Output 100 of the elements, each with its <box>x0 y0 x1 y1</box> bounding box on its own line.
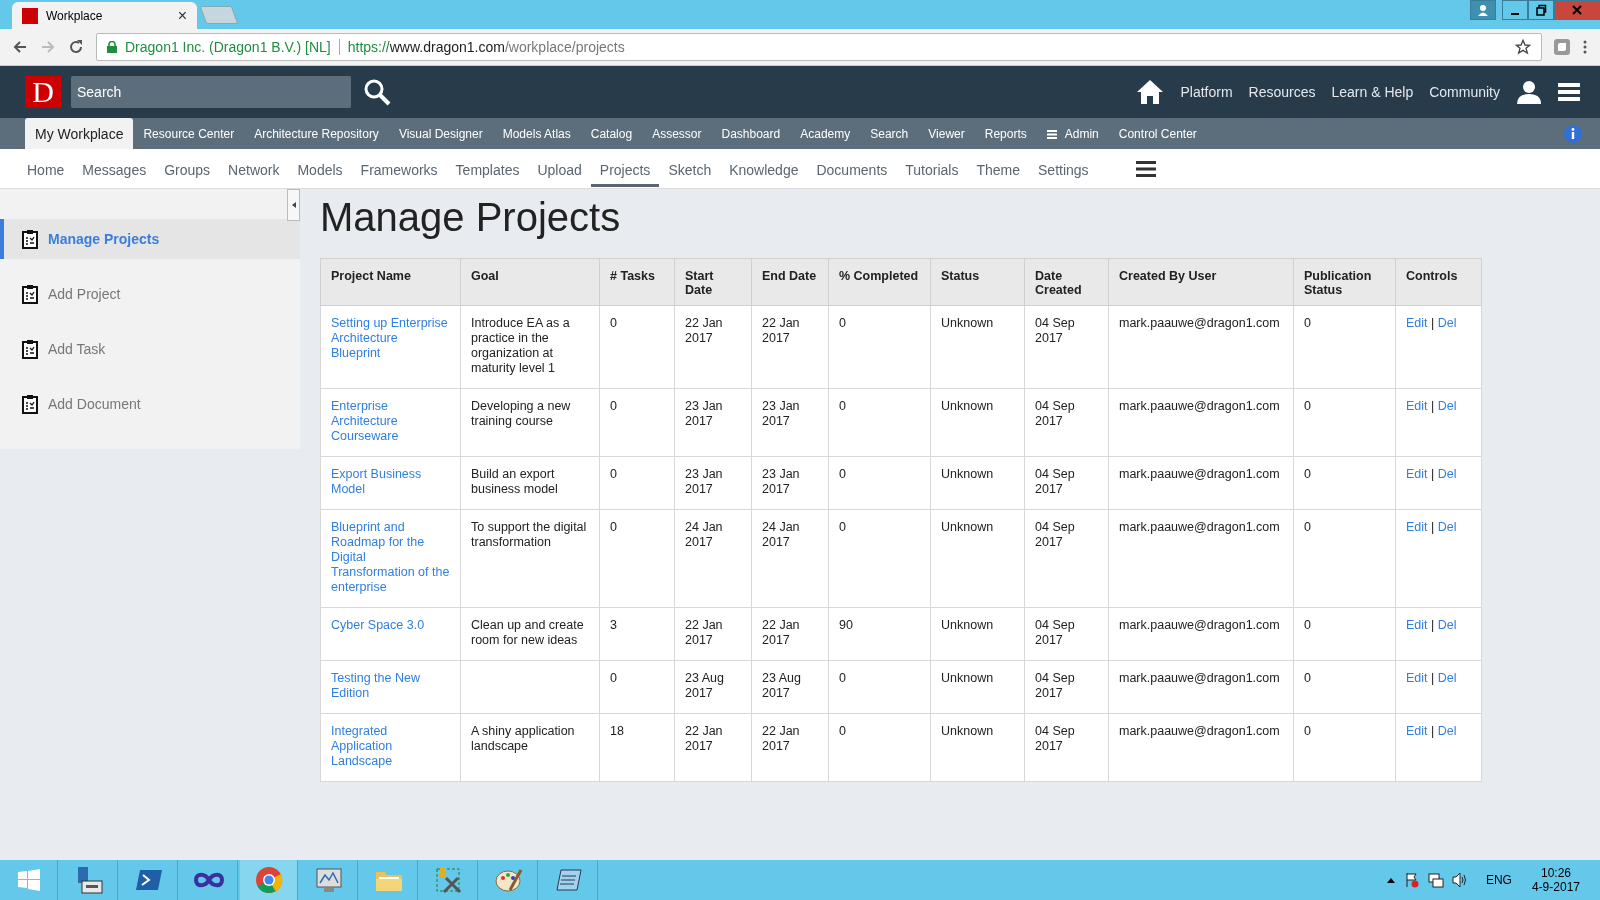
delete-link[interactable]: Del <box>1437 724 1457 738</box>
delete-link[interactable]: Del <box>1437 467 1457 481</box>
separator-text: | <box>1431 724 1435 738</box>
edit-link[interactable]: Edit <box>1406 399 1428 413</box>
table-cell: 0 <box>839 399 846 413</box>
more-menu-icon[interactable] <box>1582 39 1588 55</box>
profile-button[interactable] <box>1470 0 1496 20</box>
back-icon[interactable] <box>12 39 28 55</box>
main-nav-tab[interactable]: Academy <box>790 118 861 149</box>
sub-nav-tab[interactable]: Settings <box>1029 153 1098 187</box>
home-icon[interactable] <box>1136 79 1165 105</box>
sidebar-item[interactable]: Add Task <box>0 329 300 369</box>
logo[interactable]: D <box>25 76 61 108</box>
info-icon[interactable] <box>1564 124 1582 143</box>
sidebar-item[interactable]: Add Document <box>0 384 300 424</box>
sub-nav-tab[interactable]: Frameworks <box>351 153 447 187</box>
edit-link[interactable]: Edit <box>1406 618 1428 632</box>
sub-nav-tab[interactable]: Knowledge <box>720 153 808 187</box>
caret-icon[interactable] <box>1385 876 1396 884</box>
sub-nav-tab[interactable]: Home <box>18 153 74 187</box>
delete-link[interactable]: Del <box>1437 671 1457 685</box>
delete-link[interactable]: Del <box>1437 399 1457 413</box>
sub-nav-tab[interactable]: Network <box>219 153 289 187</box>
close-window-button[interactable] <box>1554 0 1600 20</box>
sub-nav-tab[interactable]: Messages <box>73 153 156 187</box>
sub-nav-tab[interactable]: Upload <box>528 153 591 187</box>
network-icon[interactable] <box>1427 872 1444 888</box>
table-cell: 22 Jan 2017 <box>762 724 800 753</box>
main-nav-tab[interactable]: Visual Designer <box>388 118 493 149</box>
delete-link[interactable]: Del <box>1437 520 1457 534</box>
user-icon[interactable] <box>1516 80 1542 104</box>
clock[interactable]: 10:26 4-9-2017 <box>1531 866 1580 894</box>
main-nav-tab[interactable]: Dashboard <box>711 118 791 149</box>
main-nav-tab[interactable]: Catalog <box>580 118 643 149</box>
table-cell: Unknown <box>941 618 994 632</box>
sub-nav-tab[interactable]: Sketch <box>659 153 721 187</box>
main-nav-tab[interactable]: Search <box>860 118 919 149</box>
menu-icon[interactable] <box>1135 160 1156 177</box>
main-nav-tab[interactable]: Resource Center <box>133 118 245 149</box>
delete-link[interactable]: Del <box>1437 316 1457 330</box>
sub-nav-tab[interactable]: Templates <box>446 153 529 187</box>
edit-link[interactable]: Edit <box>1406 467 1428 481</box>
edit-link[interactable]: Edit <box>1406 316 1428 330</box>
minimize-button[interactable] <box>1502 0 1528 20</box>
star-icon[interactable] <box>1515 39 1531 55</box>
table-cell: 0 <box>1304 316 1311 330</box>
header-link[interactable]: Resources <box>1248 84 1316 100</box>
table-cell: 04 Sep 2017 <box>1035 618 1075 647</box>
main-nav-tab[interactable]: Reports <box>974 118 1037 149</box>
close-tab-button[interactable]: × <box>177 6 187 25</box>
separator-text: | <box>1431 399 1435 413</box>
extension-icon[interactable] <box>1554 39 1570 55</box>
delete-link[interactable]: Del <box>1437 618 1457 632</box>
header-link[interactable]: Community <box>1429 84 1500 100</box>
table-cell: 24 Jan 2017 <box>685 520 723 549</box>
menu-icon[interactable] <box>1558 82 1580 102</box>
sub-nav-tab[interactable]: Documents <box>807 153 897 187</box>
sub-nav-tab[interactable]: Models <box>288 153 352 187</box>
table-cell: mark.paauwe@dragon1.com <box>1119 618 1280 632</box>
table-cell: 04 Sep 2017 <box>1035 399 1075 428</box>
sub-nav-tab[interactable]: Theme <box>967 153 1030 187</box>
edit-link[interactable]: Edit <box>1406 724 1428 738</box>
sub-nav-tab[interactable]: Tutorials <box>896 153 968 187</box>
table-cell: 0 <box>1304 520 1311 534</box>
sub-nav-tab[interactable]: Projects <box>590 153 660 187</box>
header-link[interactable]: Learn & Help <box>1331 84 1414 100</box>
edit-link[interactable]: Edit <box>1406 671 1428 685</box>
search-field[interactable]: Search <box>71 76 351 108</box>
separator-text: | <box>1431 618 1435 632</box>
address-bar[interactable]: Dragon1 Inc. (Dragon1 B.V.) [NL] https://www.dragon1.com/workplace/projects <box>96 33 1542 61</box>
table-cell: Unknown <box>941 671 994 685</box>
main-nav-tab[interactable]: Viewer <box>918 118 975 149</box>
header-link[interactable]: Platform <box>1180 84 1233 100</box>
flag-icon[interactable] <box>1403 872 1420 888</box>
table-cell: mark.paauwe@dragon1.com <box>1119 671 1280 685</box>
sidebar-item[interactable]: Manage Projects <box>0 219 300 259</box>
table-cell: Introduce EA as a practice in the organization at maturity level 1 <box>471 316 570 375</box>
main-nav-tab[interactable]: My Workplace <box>25 118 134 149</box>
main-nav-tab[interactable]: Architecture Repository <box>244 118 389 149</box>
main-nav-tab[interactable]: Control Center <box>1108 118 1207 149</box>
table-cell: Clean up and create room for new ideas <box>471 618 584 647</box>
main-nav-tab[interactable]: Admin <box>1036 118 1109 149</box>
sub-nav-tab[interactable]: Groups <box>155 153 220 187</box>
language-indicator[interactable]: ENG <box>1485 873 1512 887</box>
main-nav-tab[interactable]: Assessor <box>642 118 712 149</box>
collapse-button[interactable] <box>287 189 300 221</box>
separator-text: | <box>1431 316 1435 330</box>
edit-link[interactable]: Edit <box>1406 520 1428 534</box>
restore-button[interactable] <box>1528 0 1554 20</box>
reload-icon[interactable] <box>68 39 84 55</box>
menu-icon <box>1046 128 1057 139</box>
search-icon[interactable] <box>363 78 391 106</box>
windows-icon <box>16 868 41 892</box>
lock-icon <box>107 41 117 53</box>
speaker-icon[interactable] <box>1451 872 1468 888</box>
minimize-icon <box>1511 13 1519 15</box>
main-nav-tab[interactable]: Models Atlas <box>492 118 581 149</box>
chrome-icon[interactable] <box>240 860 298 900</box>
browser-tab[interactable]: Workplace × <box>12 2 197 29</box>
sidebar-item[interactable]: Add Project <box>0 274 300 314</box>
